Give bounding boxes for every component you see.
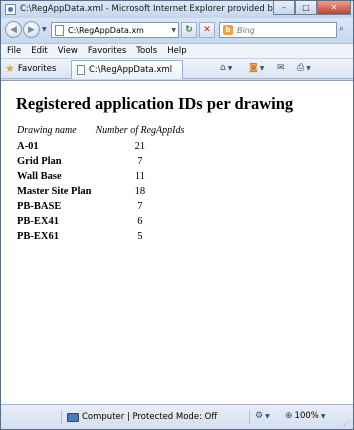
page-content: Registered application IDs per drawing D… <box>1 80 353 404</box>
back-button[interactable]: ◀ <box>5 21 22 38</box>
bing-icon: b <box>223 25 233 35</box>
security-settings-button[interactable]: ⚙ ▼ <box>255 411 270 421</box>
table-row: PB-EX61 5 <box>15 229 186 244</box>
regapp-count: 6 <box>137 215 143 227</box>
zoom-level: 100% <box>294 411 319 421</box>
refresh-button[interactable]: ↻ <box>181 22 197 38</box>
table-row: Wall Base 11 <box>15 169 186 184</box>
menu-file[interactable]: File <box>7 46 21 56</box>
close-button[interactable]: ✕ <box>317 1 351 15</box>
recent-pages-dropdown[interactable]: ▼ <box>42 26 47 33</box>
feeds-button[interactable]: ◙ ▼ <box>249 63 264 73</box>
stop-button[interactable]: ✕ <box>199 22 215 38</box>
ie-page-icon <box>5 4 16 15</box>
mail-icon: ✉ <box>277 63 285 73</box>
page-icon <box>77 65 85 75</box>
drawing-name: Master Site Plan <box>17 185 92 197</box>
computer-icon <box>67 413 79 422</box>
drawing-name: PB-EX61 <box>17 230 59 242</box>
search-box[interactable]: b <box>219 22 337 38</box>
print-button[interactable]: ⎙ ▼ <box>297 63 311 73</box>
column-header-drawing-name: Drawing name <box>17 125 77 136</box>
status-bar: Computer | Protected Mode: Off ⚙ ▼ ⊕ 100… <box>1 404 353 429</box>
table-row: PB-BASE 7 <box>15 199 186 214</box>
home-button[interactable]: ⌂ ▼ <box>220 63 232 73</box>
drawing-name: PB-EX41 <box>17 215 59 227</box>
window-title: C:\RegAppData.xml - Microsoft Internet E… <box>20 4 280 14</box>
regapp-count: 7 <box>137 200 143 212</box>
feeds-dropdown-icon[interactable]: ▼ <box>260 65 265 72</box>
forward-icon: ▶ <box>28 24 35 35</box>
regapp-count: 5 <box>137 230 143 242</box>
regapp-count: 11 <box>134 170 145 182</box>
security-dropdown-icon[interactable]: ▼ <box>265 413 270 420</box>
caption-buttons: – □ ✕ <box>273 1 351 15</box>
maximize-button[interactable]: □ <box>295 1 317 15</box>
page-icon <box>55 24 64 36</box>
address-dropdown-icon[interactable]: ▼ <box>171 27 176 34</box>
table-row: Grid Plan 7 <box>15 154 186 169</box>
address-field[interactable]: C:\RegAppData.xm ▼ <box>51 22 179 38</box>
print-icon: ⎙ <box>297 63 305 73</box>
column-header-regapp-count: Number of RegAppIds <box>95 125 185 136</box>
print-dropdown-icon[interactable]: ▼ <box>306 65 311 72</box>
security-icon: ⚙ <box>255 411 264 421</box>
resize-grip-icon[interactable]: ⋰ <box>343 418 351 427</box>
star-icon: ★ <box>5 62 15 75</box>
menu-bar: File Edit View Favorites Tools Help <box>1 43 353 58</box>
zoom-dropdown-icon[interactable]: ▼ <box>321 413 326 420</box>
minimize-button[interactable]: – <box>273 1 295 15</box>
table-header-row: Drawing name Number of RegAppIds <box>15 123 186 139</box>
drawing-name: Wall Base <box>17 170 62 182</box>
zoom-icon: ⊕ <box>285 411 293 421</box>
drawing-name: Grid Plan <box>17 155 62 167</box>
search-icon[interactable]: ⌕ <box>339 24 344 34</box>
favorites-button[interactable]: ★ Favorites <box>5 62 56 75</box>
address-url[interactable]: C:\RegAppData.xm <box>68 26 146 35</box>
menu-view[interactable]: View <box>58 46 78 56</box>
regapp-count: 18 <box>134 185 146 197</box>
menu-edit[interactable]: Edit <box>31 46 47 56</box>
table-row: PB-EX41 6 <box>15 214 186 229</box>
menu-help[interactable]: Help <box>167 46 186 56</box>
regapp-count: 21 <box>134 140 146 152</box>
stop-icon: ✕ <box>203 25 211 35</box>
regapp-table: Drawing name Number of RegAppIds A-01 21… <box>15 123 186 244</box>
feeds-icon: ◙ <box>249 63 258 73</box>
forward-button[interactable]: ▶ <box>23 21 40 38</box>
favorites-label: Favorites <box>17 63 57 74</box>
home-icon: ⌂ <box>220 63 226 73</box>
table-row: Master Site Plan 18 <box>15 184 186 199</box>
menu-tools[interactable]: Tools <box>136 46 157 56</box>
security-zone-text[interactable]: Computer | Protected Mode: Off <box>82 412 217 422</box>
status-divider <box>249 410 250 424</box>
back-icon: ◀ <box>10 24 17 35</box>
browser-window: C:\RegAppData.xml - Microsoft Internet E… <box>0 0 354 430</box>
navigation-bar: ◀ ▶ ▼ C:\RegAppData.xm ▼ ↻ ✕ b ⌕ <box>1 18 353 43</box>
status-divider <box>61 410 62 424</box>
table-row: A-01 21 <box>15 139 186 154</box>
drawing-name: A-01 <box>17 140 39 152</box>
home-dropdown-icon[interactable]: ▼ <box>228 65 233 72</box>
zoom-button[interactable]: ⊕ 100% ▼ <box>285 411 325 421</box>
tab-regappdata[interactable]: C:\RegAppData.xml <box>71 60 183 79</box>
read-mail-button[interactable]: ✉ <box>277 63 285 73</box>
menu-favorites[interactable]: Favorites <box>88 46 126 56</box>
title-bar: C:\RegAppData.xml - Microsoft Internet E… <box>1 1 353 18</box>
refresh-icon: ↻ <box>185 25 193 35</box>
drawing-name: PB-BASE <box>17 200 62 212</box>
tab-label: C:\RegAppData.xml <box>89 65 173 75</box>
search-input[interactable] <box>237 25 333 35</box>
regapp-count: 7 <box>137 155 143 167</box>
page-title: Registered application IDs per drawing <box>16 94 294 113</box>
favorites-bar: ★ Favorites C:\RegAppData.xml ⌂ ▼ ◙ ▼ ✉ … <box>1 58 353 79</box>
